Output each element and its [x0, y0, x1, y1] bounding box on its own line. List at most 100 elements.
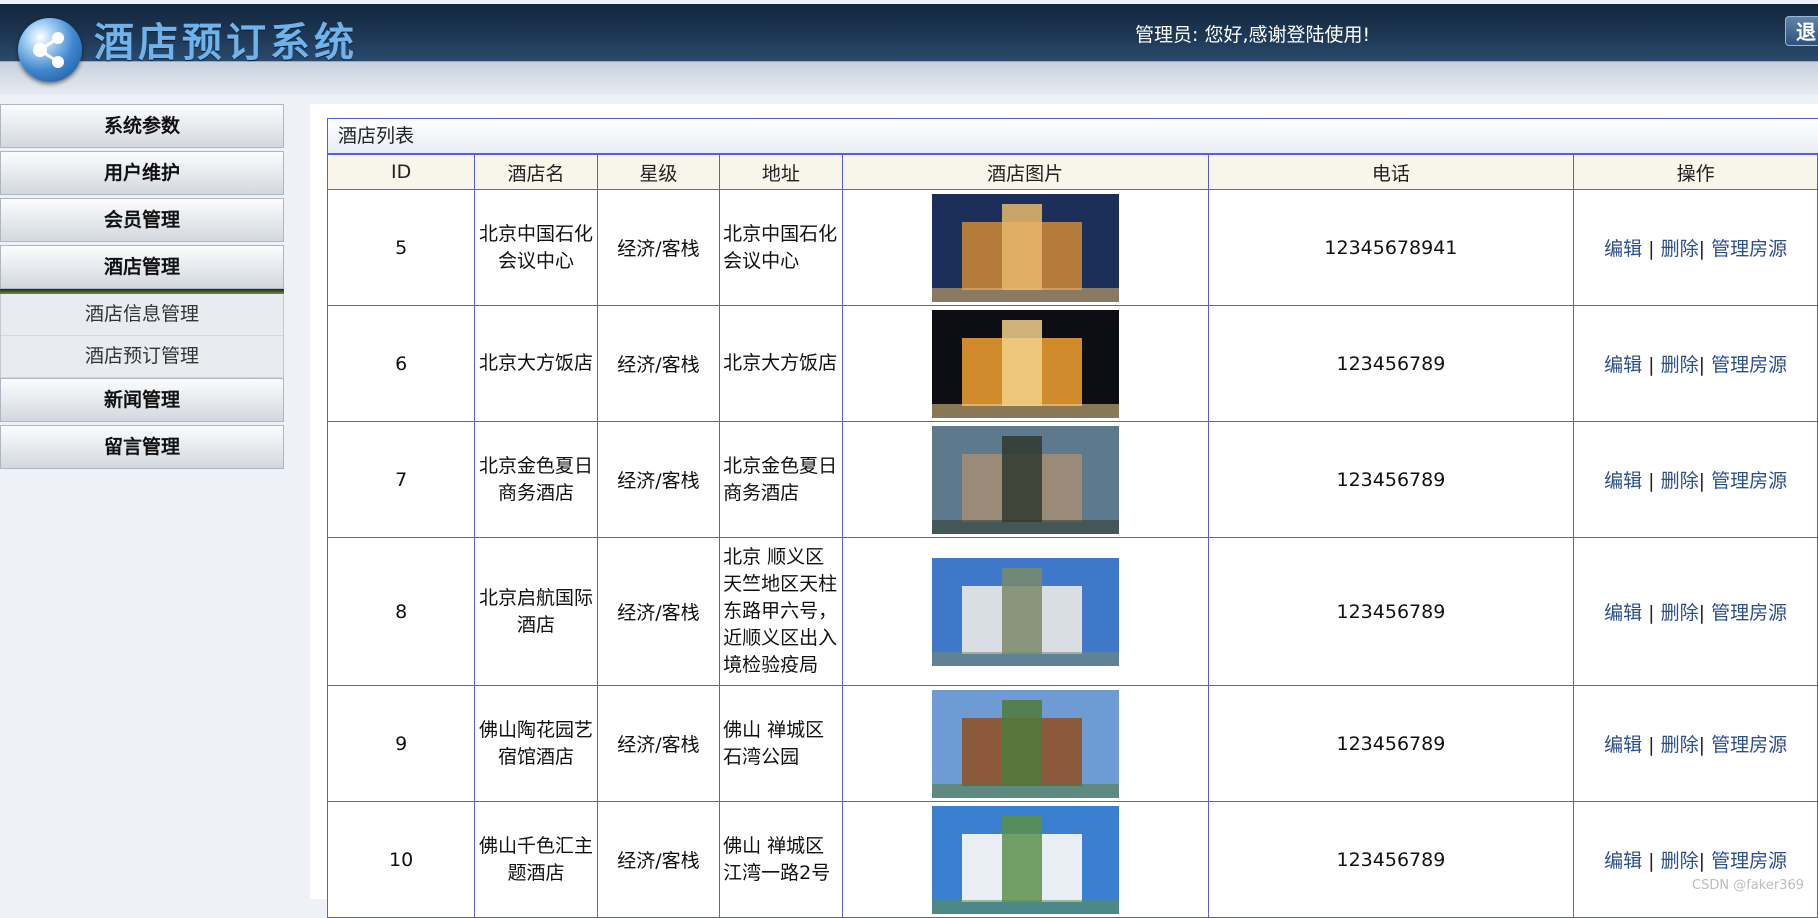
ops-separator: | [1698, 470, 1712, 492]
cell-star: 经济/客栈 [596, 801, 721, 918]
cell-id: 9 [326, 685, 476, 802]
manage-rooms-link[interactable]: 管理房源 [1711, 354, 1787, 376]
cell-actions: 编辑 | 删除| 管理房源 [1573, 189, 1818, 306]
ops-separator: | [1698, 850, 1712, 872]
menu-system-params[interactable]: 系统参数 [0, 104, 284, 148]
cell-address: 北京中国石化会议中心 [719, 189, 843, 306]
manage-rooms-link[interactable]: 管理房源 [1711, 734, 1787, 756]
cell-star: 经济/客栈 [596, 685, 721, 802]
table-row: 10 佛山千色汇主题酒店 经济/客栈 佛山 禅城区江湾一路2号 123456789 编辑 … [326, 801, 1818, 918]
menu-user-maintenance[interactable]: 用户维护 [0, 151, 284, 195]
cell-phone: 123456789 [1207, 685, 1575, 802]
delete-link[interactable]: 删除 [1661, 238, 1699, 260]
hotel-table: ID 酒店名 星级 地址 酒店图片 电话 操作 5 北京中国石化会议中心 经济/客栈… [326, 154, 1818, 918]
cell-address: 北京 顺义区天竺地区天柱东路甲六号，近顺义区出入境检验疫局 [719, 537, 843, 686]
cell-star: 经济/客栈 [596, 537, 721, 686]
logo-share-icon [18, 18, 82, 82]
panel-title: 酒店列表 [327, 118, 1818, 154]
delete-link[interactable]: 删除 [1661, 734, 1699, 756]
sidebar: 系统参数 用户维护 会员管理 酒店管理 酒店信息管理 酒店预订管理 新闻管理 留… [0, 104, 284, 472]
manage-rooms-link[interactable]: 管理房源 [1711, 470, 1787, 492]
col-header-id: ID [326, 154, 476, 190]
edit-link[interactable]: 编辑 [1604, 238, 1642, 260]
ops-separator: | [1642, 238, 1661, 260]
system-title: 酒店预订系统 [94, 20, 358, 66]
edit-link[interactable]: 编辑 [1604, 354, 1642, 376]
table-header-row: ID 酒店名 星级 地址 酒店图片 电话 操作 [326, 154, 1818, 190]
cell-id: 6 [326, 305, 476, 422]
watermark: CSDN @faker369 [1692, 878, 1804, 893]
cell-id: 7 [326, 421, 476, 538]
manage-rooms-link[interactable]: 管理房源 [1711, 850, 1787, 872]
menu-message-management[interactable]: 留言管理 [0, 425, 284, 469]
hotel-photo-icon [931, 425, 1119, 534]
cell-hotel-name: 北京启航国际酒店 [474, 537, 598, 686]
edit-link[interactable]: 编辑 [1604, 602, 1642, 624]
cell-image [841, 685, 1209, 802]
ops-separator: | [1642, 734, 1661, 756]
hotel-photo-icon [931, 689, 1119, 798]
delete-link[interactable]: 删除 [1661, 602, 1699, 624]
cell-star: 经济/客栈 [596, 305, 721, 422]
cell-hotel-name: 北京金色夏日商务酒店 [474, 421, 598, 538]
ops-separator: | [1698, 734, 1712, 756]
cell-hotel-name: 北京大方饭店 [474, 305, 598, 422]
ops-separator: | [1642, 354, 1661, 376]
main-content: 酒店列表 ID 酒店名 星级 地址 酒店图片 电话 操作 5 北京中国石化会议中心… [310, 104, 1818, 918]
cell-image [841, 801, 1209, 918]
menu-news-management[interactable]: 新闻管理 [0, 378, 284, 422]
col-header-name: 酒店名 [474, 154, 598, 190]
ops-separator: | [1698, 354, 1712, 376]
cell-address: 佛山 禅城区江湾一路2号 [719, 801, 843, 918]
table-row: 8 北京启航国际酒店 经济/客栈 北京 顺义区天竺地区天柱东路甲六号，近顺义区出入境检… [326, 537, 1818, 686]
edit-link[interactable]: 编辑 [1604, 734, 1642, 756]
cell-phone: 12345678941 [1207, 189, 1575, 306]
cell-actions: 编辑 | 删除| 管理房源 [1573, 305, 1818, 422]
table-row: 6 北京大方饭店 经济/客栈 北京大方饭店 123456789 编辑 | 删除| 管理房源 [326, 305, 1818, 422]
submenu-hotel-booking[interactable]: 酒店预订管理 [1, 336, 283, 378]
hotel-photo-icon [931, 557, 1119, 666]
cell-star: 经济/客栈 [596, 189, 721, 306]
cell-address: 北京大方饭店 [719, 305, 843, 422]
cell-image [841, 421, 1209, 538]
logout-button[interactable]: 退出 [1785, 16, 1818, 46]
manage-rooms-link[interactable]: 管理房源 [1711, 602, 1787, 624]
ops-separator: | [1642, 602, 1661, 624]
cell-actions: 编辑 | 删除| 管理房源 [1573, 801, 1818, 918]
col-header-star: 星级 [596, 154, 721, 190]
ops-separator: | [1642, 850, 1661, 872]
cell-image [841, 305, 1209, 422]
submenu-hotel-info[interactable]: 酒店信息管理 [1, 294, 283, 336]
col-header-image: 酒店图片 [841, 154, 1209, 190]
edit-link[interactable]: 编辑 [1604, 850, 1642, 872]
cell-actions: 编辑 | 删除| 管理房源 [1573, 537, 1818, 686]
cell-hotel-name: 佛山陶花园艺宿馆酒店 [474, 685, 598, 802]
manage-rooms-link[interactable]: 管理房源 [1711, 238, 1787, 260]
menu-hotel-management[interactable]: 酒店管理 [0, 245, 284, 289]
ops-separator: | [1698, 238, 1712, 260]
cell-phone: 123456789 [1207, 421, 1575, 538]
cell-id: 10 [326, 801, 476, 918]
hotel-photo-icon [931, 309, 1119, 418]
edit-link[interactable]: 编辑 [1604, 470, 1642, 492]
table-row: 5 北京中国石化会议中心 经济/客栈 北京中国石化会议中心 12345678941 编辑 … [326, 189, 1818, 306]
cell-actions: 编辑 | 删除| 管理房源 [1573, 685, 1818, 802]
welcome-text: 管理员: 您好,感谢登陆使用! [1135, 24, 1371, 46]
col-header-phone: 电话 [1207, 154, 1575, 190]
table-row: 7 北京金色夏日商务酒店 经济/客栈 北京金色夏日商务酒店 123456789 编辑 | … [326, 421, 1818, 538]
delete-link[interactable]: 删除 [1661, 850, 1699, 872]
table-row: 9 佛山陶花园艺宿馆酒店 经济/客栈 佛山 禅城区石湾公园 123456789 编辑 | … [326, 685, 1818, 802]
cell-phone: 123456789 [1207, 801, 1575, 918]
cell-actions: 编辑 | 删除| 管理房源 [1573, 421, 1818, 538]
cell-hotel-name: 北京中国石化会议中心 [474, 189, 598, 306]
delete-link[interactable]: 删除 [1661, 354, 1699, 376]
menu-member-management[interactable]: 会员管理 [0, 198, 284, 242]
hotel-photo-icon [931, 805, 1119, 914]
col-header-address: 地址 [719, 154, 843, 190]
cell-id: 8 [326, 537, 476, 686]
cell-id: 5 [326, 189, 476, 306]
ops-separator: | [1698, 602, 1712, 624]
delete-link[interactable]: 删除 [1661, 470, 1699, 492]
ops-separator: | [1642, 470, 1661, 492]
cell-hotel-name: 佛山千色汇主题酒店 [474, 801, 598, 918]
